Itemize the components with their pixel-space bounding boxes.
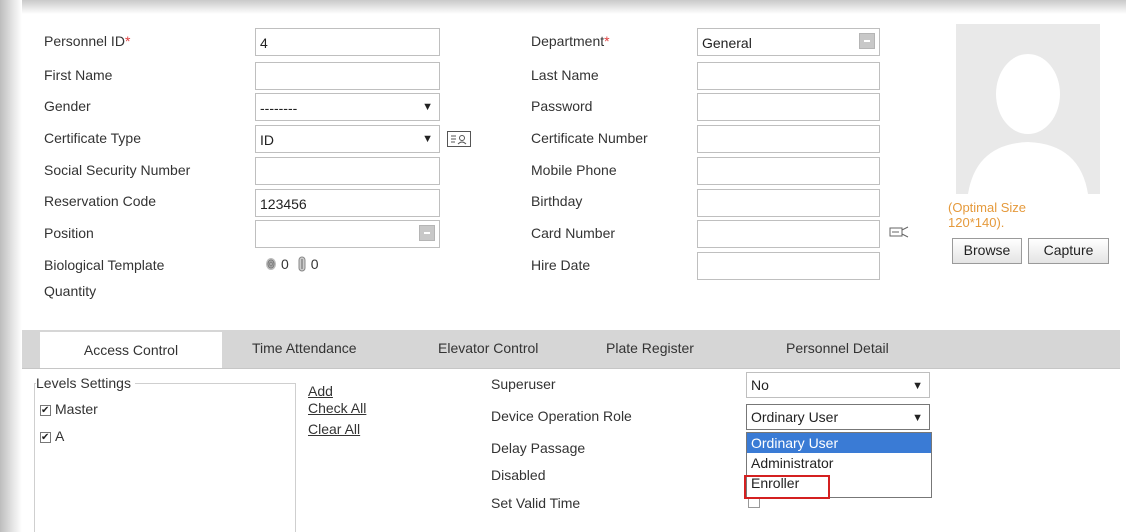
certificate-type-label: Certificate Type xyxy=(44,130,142,146)
superuser-select[interactable]: No ▼ xyxy=(746,372,930,398)
fingerprint-icon xyxy=(266,258,276,270)
chevron-down-icon: ▼ xyxy=(422,133,433,145)
level-item-master[interactable]: Master xyxy=(40,400,98,420)
bio-template-label-1: Biological Template xyxy=(44,257,165,273)
position-label: Position xyxy=(44,225,94,241)
capture-button[interactable]: Capture xyxy=(1028,238,1109,264)
superuser-value: No xyxy=(751,377,769,393)
tab-access-control[interactable]: Access Control xyxy=(40,332,222,368)
position-dropdown-button[interactable] xyxy=(419,225,435,241)
device-role-value: Ordinary User xyxy=(751,409,839,425)
reservation-code-input[interactable]: 123456 xyxy=(255,189,440,217)
mobile-phone-input[interactable] xyxy=(697,157,880,185)
certificate-type-value: ID xyxy=(260,132,274,148)
device-role-label: Device Operation Role xyxy=(491,408,632,424)
level-checkbox-a[interactable] xyxy=(40,429,51,447)
hire-date-input[interactable] xyxy=(697,252,880,280)
certificate-type-select[interactable]: ID ▼ xyxy=(255,125,440,153)
bio-template-counts: 0 0 xyxy=(265,255,319,273)
level-label-a: A xyxy=(55,428,65,444)
browse-button[interactable]: Browse xyxy=(952,238,1022,264)
birthday-label: Birthday xyxy=(531,193,583,209)
chevron-down-icon: ▼ xyxy=(912,412,923,424)
first-name-input[interactable] xyxy=(255,62,440,90)
device-role-select[interactable]: Ordinary User ▼ xyxy=(746,404,930,430)
tab-elevator-control[interactable]: Elevator Control xyxy=(438,340,538,356)
tab-time-attendance[interactable]: Time Attendance xyxy=(252,340,357,356)
password-label: Password xyxy=(531,98,593,114)
left-edge xyxy=(0,0,22,532)
top-shadow xyxy=(0,0,1126,14)
personnel-id-label: Personnel ID* xyxy=(44,33,131,49)
certificate-number-label: Certificate Number xyxy=(531,130,648,146)
clear-all-link[interactable]: Clear All xyxy=(308,421,360,437)
finger-vein-count: 0 xyxy=(310,256,319,272)
delay-passage-label: Delay Passage xyxy=(491,440,586,456)
bio-template-label-2: Quantity xyxy=(44,283,97,299)
level-checkbox-master[interactable] xyxy=(40,402,51,420)
birthday-input[interactable] xyxy=(697,189,880,217)
add-link[interactable]: Add xyxy=(308,383,333,399)
superuser-label: Superuser xyxy=(491,376,556,392)
photo-size-hint-2: 120*140). xyxy=(948,215,1005,230)
chevron-down-icon: ▼ xyxy=(912,380,923,392)
last-name-input[interactable] xyxy=(697,62,880,90)
last-name-label: Last Name xyxy=(531,67,599,83)
reservation-code-label: Reservation Code xyxy=(44,193,157,209)
department-dropdown-button[interactable] xyxy=(859,33,875,49)
mobile-phone-label: Mobile Phone xyxy=(531,162,617,178)
option-ordinary-user[interactable]: Ordinary User xyxy=(747,433,931,453)
card-number-label: Card Number xyxy=(531,225,616,241)
first-name-label: First Name xyxy=(44,67,113,83)
photo-size-hint-1: (Optimal Size xyxy=(948,200,1027,215)
department-select[interactable]: General xyxy=(697,28,880,56)
department-label: Department* xyxy=(531,33,610,49)
gender-select[interactable]: -------- ▼ xyxy=(255,93,440,121)
tab-plate-register[interactable]: Plate Register xyxy=(606,340,694,356)
personnel-form-window: Personnel ID* First Name Gender Certific… xyxy=(0,0,1126,532)
gender-value: -------- xyxy=(260,100,298,116)
level-label-master: Master xyxy=(55,401,98,417)
fingerprint-count: 0 xyxy=(281,256,289,272)
finger-vein-icon xyxy=(298,256,306,272)
card-reader-icon[interactable] xyxy=(888,224,910,243)
tab-personnel-detail[interactable]: Personnel Detail xyxy=(786,340,889,356)
person-silhouette-icon xyxy=(968,54,1088,194)
avatar xyxy=(956,24,1100,194)
levels-settings-title: Levels Settings xyxy=(36,374,135,392)
gender-label: Gender xyxy=(44,98,91,114)
social-security-label: Social Security Number xyxy=(44,162,191,178)
hire-date-label: Hire Date xyxy=(531,257,591,273)
option-administrator[interactable]: Administrator xyxy=(747,453,931,473)
personnel-id-input[interactable]: 4 xyxy=(255,28,440,56)
card-number-input[interactable] xyxy=(697,220,880,248)
department-value: General xyxy=(702,35,752,51)
password-input[interactable] xyxy=(697,93,880,121)
enroller-highlight-box xyxy=(744,475,830,499)
disabled-label: Disabled xyxy=(491,467,546,483)
certificate-number-input[interactable] xyxy=(697,125,880,153)
position-select[interactable] xyxy=(255,220,440,248)
valid-time-label: Set Valid Time xyxy=(491,495,581,511)
check-all-link[interactable]: Check All xyxy=(308,400,366,416)
level-item-a[interactable]: A xyxy=(40,427,65,447)
chevron-down-icon: ▼ xyxy=(422,101,433,113)
id-card-reader-icon[interactable] xyxy=(447,131,471,147)
social-security-input[interactable] xyxy=(255,157,440,185)
